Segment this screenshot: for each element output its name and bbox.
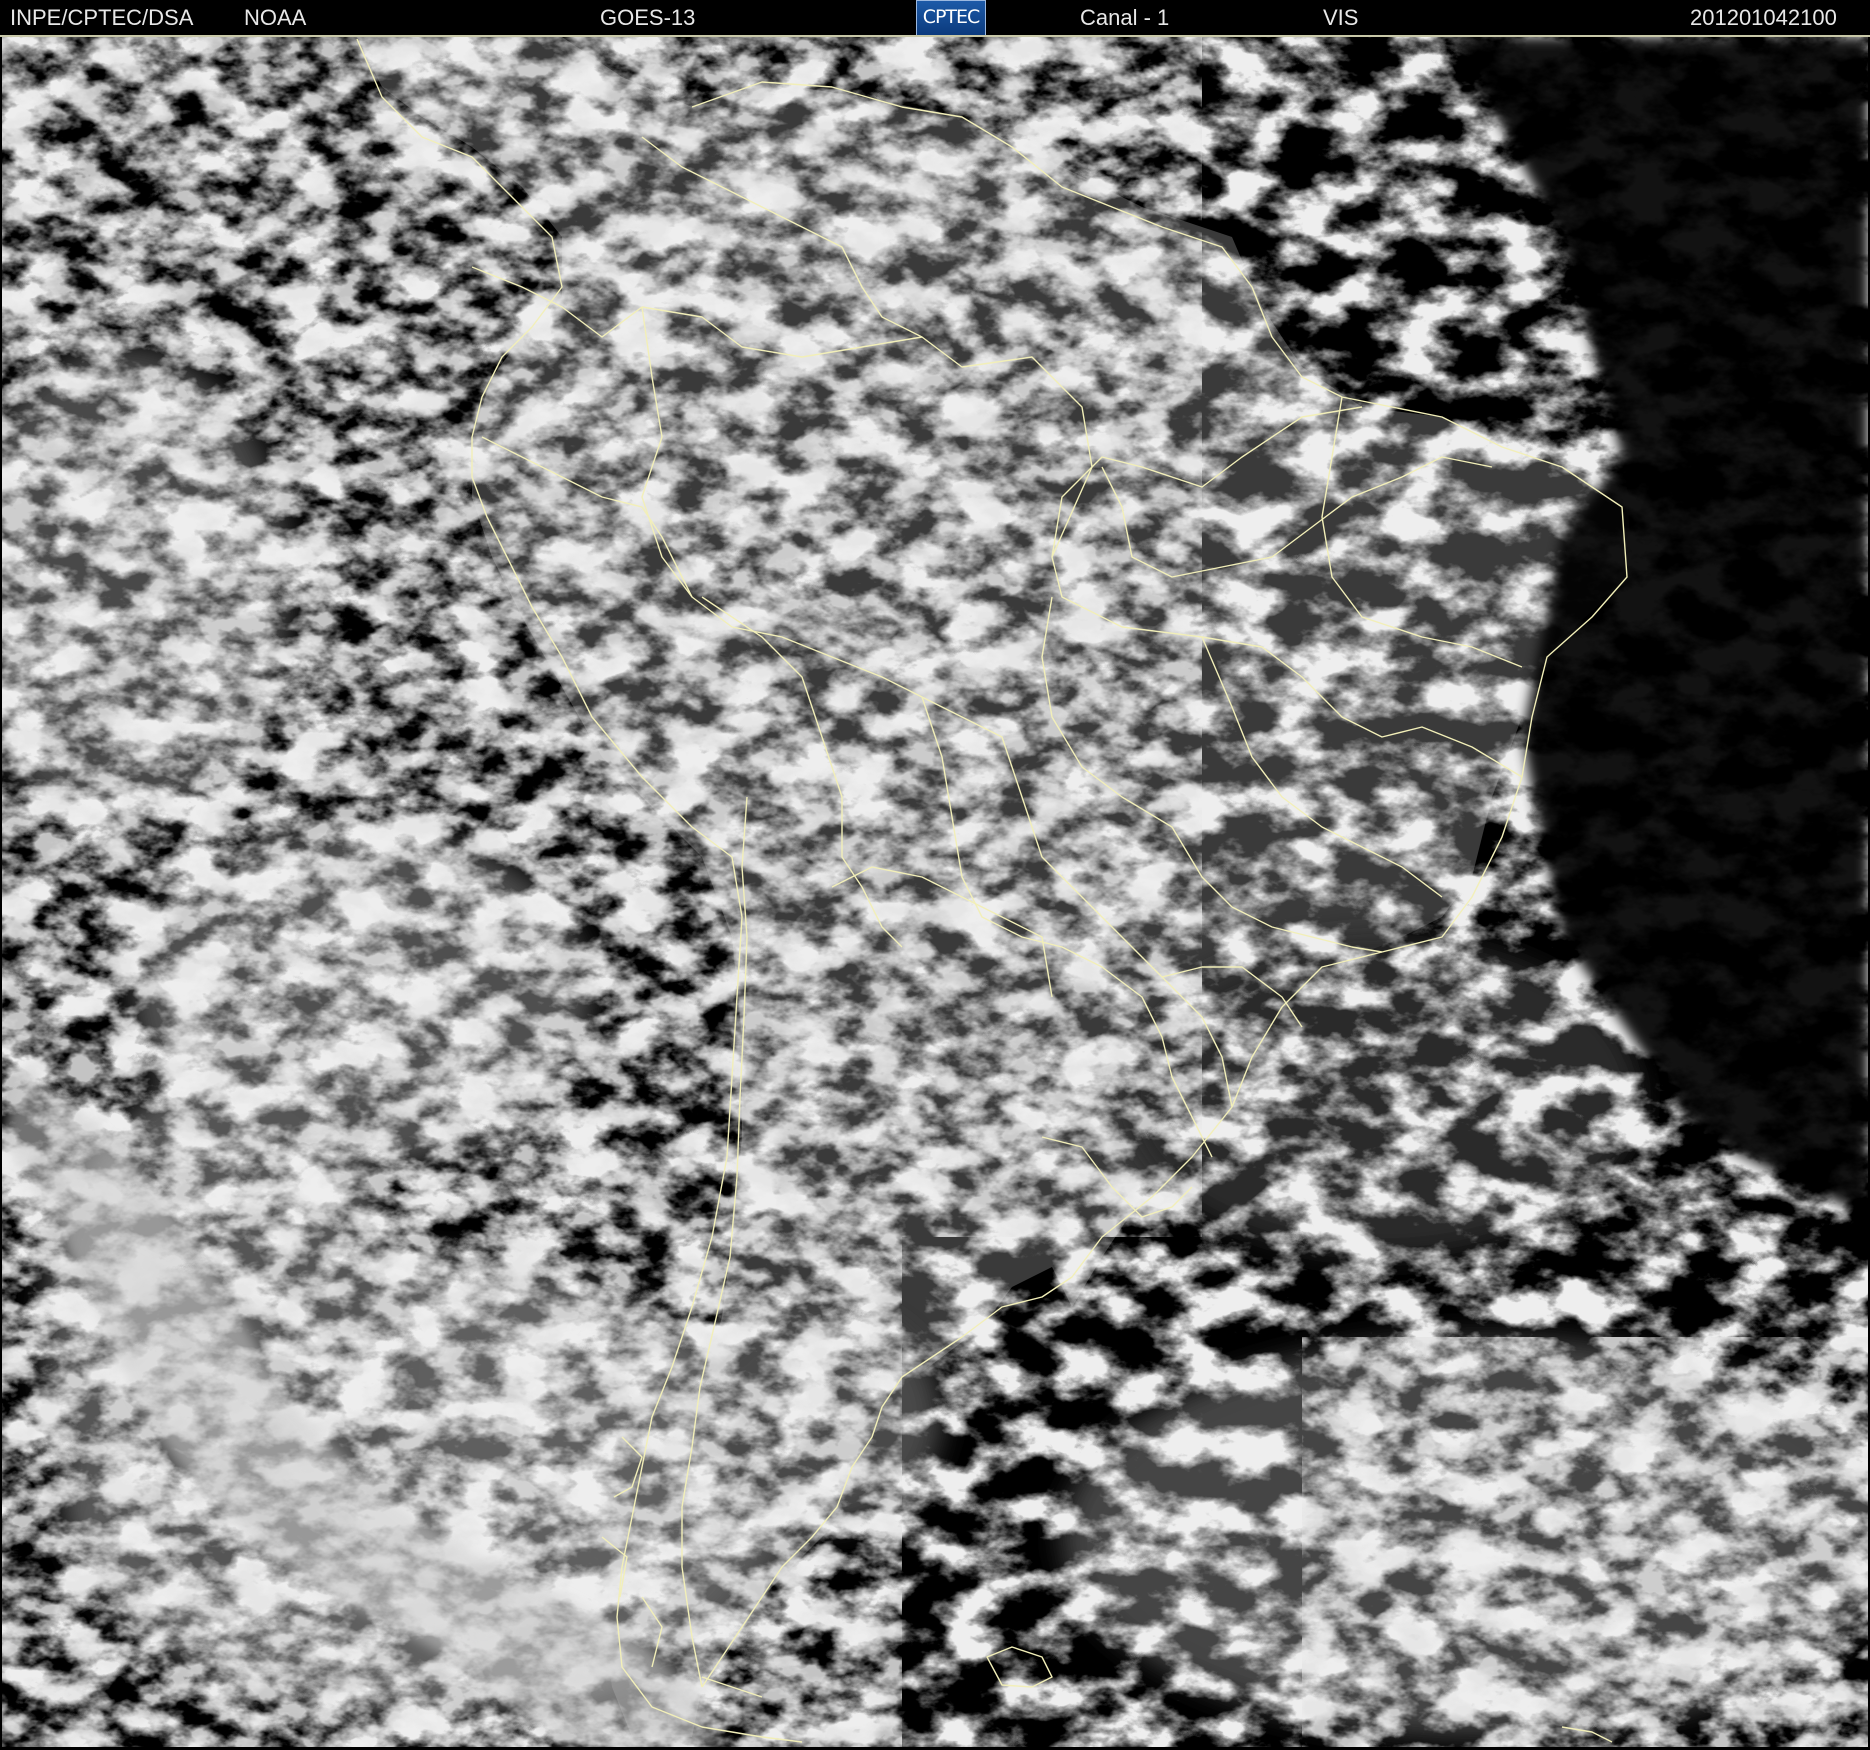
- band-label: VIS: [1323, 5, 1359, 30]
- logo-text: CPTEC: [922, 6, 981, 28]
- header-bar: INPE/CPTEC/DSA NOAA GOES-13 CPTEC Canal …: [0, 0, 1870, 36]
- satellite-label: GOES-13: [600, 5, 696, 30]
- org-label: INPE/CPTEC/DSA: [10, 5, 194, 30]
- satellite-image-svg: [2, 37, 1868, 1747]
- satellite-image: [2, 37, 1868, 1747]
- agency-label: NOAA: [244, 5, 307, 30]
- cptec-logo: CPTEC: [916, 0, 986, 36]
- timestamp-label: 201201042100: [1690, 5, 1837, 30]
- channel-label: Canal - 1: [1080, 5, 1170, 30]
